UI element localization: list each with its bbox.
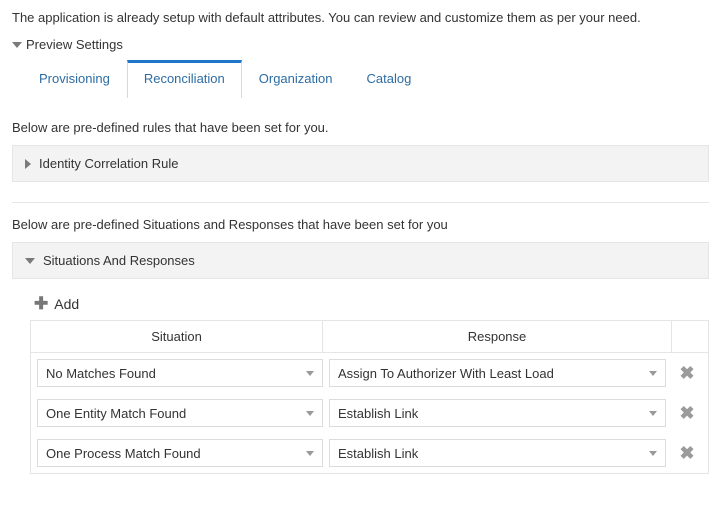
intro-text: The application is already setup with de… (12, 10, 709, 25)
response-select[interactable]: Establish Link (329, 399, 666, 427)
situation-value: One Entity Match Found (46, 406, 186, 421)
situation-value: No Matches Found (46, 366, 156, 381)
preview-settings-toggle[interactable]: Preview Settings (12, 37, 709, 52)
response-value: Establish Link (338, 446, 418, 461)
header-response: Response (323, 321, 672, 353)
identity-correlation-label: Identity Correlation Rule (39, 156, 178, 171)
tab-bar: Provisioning Reconciliation Organization… (12, 60, 709, 98)
chevron-down-icon (306, 411, 314, 416)
delete-icon[interactable]: ✖ (679, 363, 694, 383)
plus-icon: ✚ (34, 295, 48, 312)
chevron-down-icon (649, 371, 657, 376)
delete-icon[interactable]: ✖ (679, 403, 694, 423)
identity-correlation-panel[interactable]: Identity Correlation Rule (12, 145, 709, 182)
delete-icon[interactable]: ✖ (679, 443, 694, 463)
situation-select[interactable]: No Matches Found (37, 359, 323, 387)
chevron-down-icon (306, 451, 314, 456)
chevron-down-icon (306, 371, 314, 376)
divider (12, 202, 709, 203)
response-value: Assign To Authorizer With Least Load (338, 366, 554, 381)
response-select[interactable]: Establish Link (329, 439, 666, 467)
situations-description: Below are pre-defined Situations and Res… (12, 217, 709, 232)
collapse-icon (12, 42, 22, 48)
collapse-icon (25, 258, 35, 264)
tab-organization[interactable]: Organization (242, 60, 350, 98)
add-label: Add (54, 296, 79, 312)
tab-provisioning[interactable]: Provisioning (22, 60, 127, 98)
table-row: One Entity Match Found Establish Link ✖ (31, 393, 708, 433)
expand-icon (25, 159, 31, 169)
tab-catalog[interactable]: Catalog (349, 60, 428, 98)
rules-description: Below are pre-defined rules that have be… (12, 120, 709, 135)
chevron-down-icon (649, 451, 657, 456)
situation-select[interactable]: One Entity Match Found (37, 399, 323, 427)
table-row: One Process Match Found Establish Link ✖ (31, 433, 708, 473)
table-row: No Matches Found Assign To Authorizer Wi… (31, 353, 708, 393)
preview-settings-label: Preview Settings (26, 37, 123, 52)
header-situation: Situation (31, 321, 323, 353)
table-header: Situation Response (31, 321, 708, 353)
situations-responses-panel[interactable]: Situations And Responses (12, 242, 709, 279)
tab-reconciliation[interactable]: Reconciliation (127, 60, 242, 98)
add-button[interactable]: ✚ Add (12, 291, 709, 320)
response-value: Establish Link (338, 406, 418, 421)
situations-responses-label: Situations And Responses (43, 253, 195, 268)
situation-select[interactable]: One Process Match Found (37, 439, 323, 467)
chevron-down-icon (649, 411, 657, 416)
response-select[interactable]: Assign To Authorizer With Least Load (329, 359, 666, 387)
situations-table: Situation Response No Matches Found Assi… (30, 320, 709, 474)
header-delete (672, 321, 708, 353)
situation-value: One Process Match Found (46, 446, 201, 461)
